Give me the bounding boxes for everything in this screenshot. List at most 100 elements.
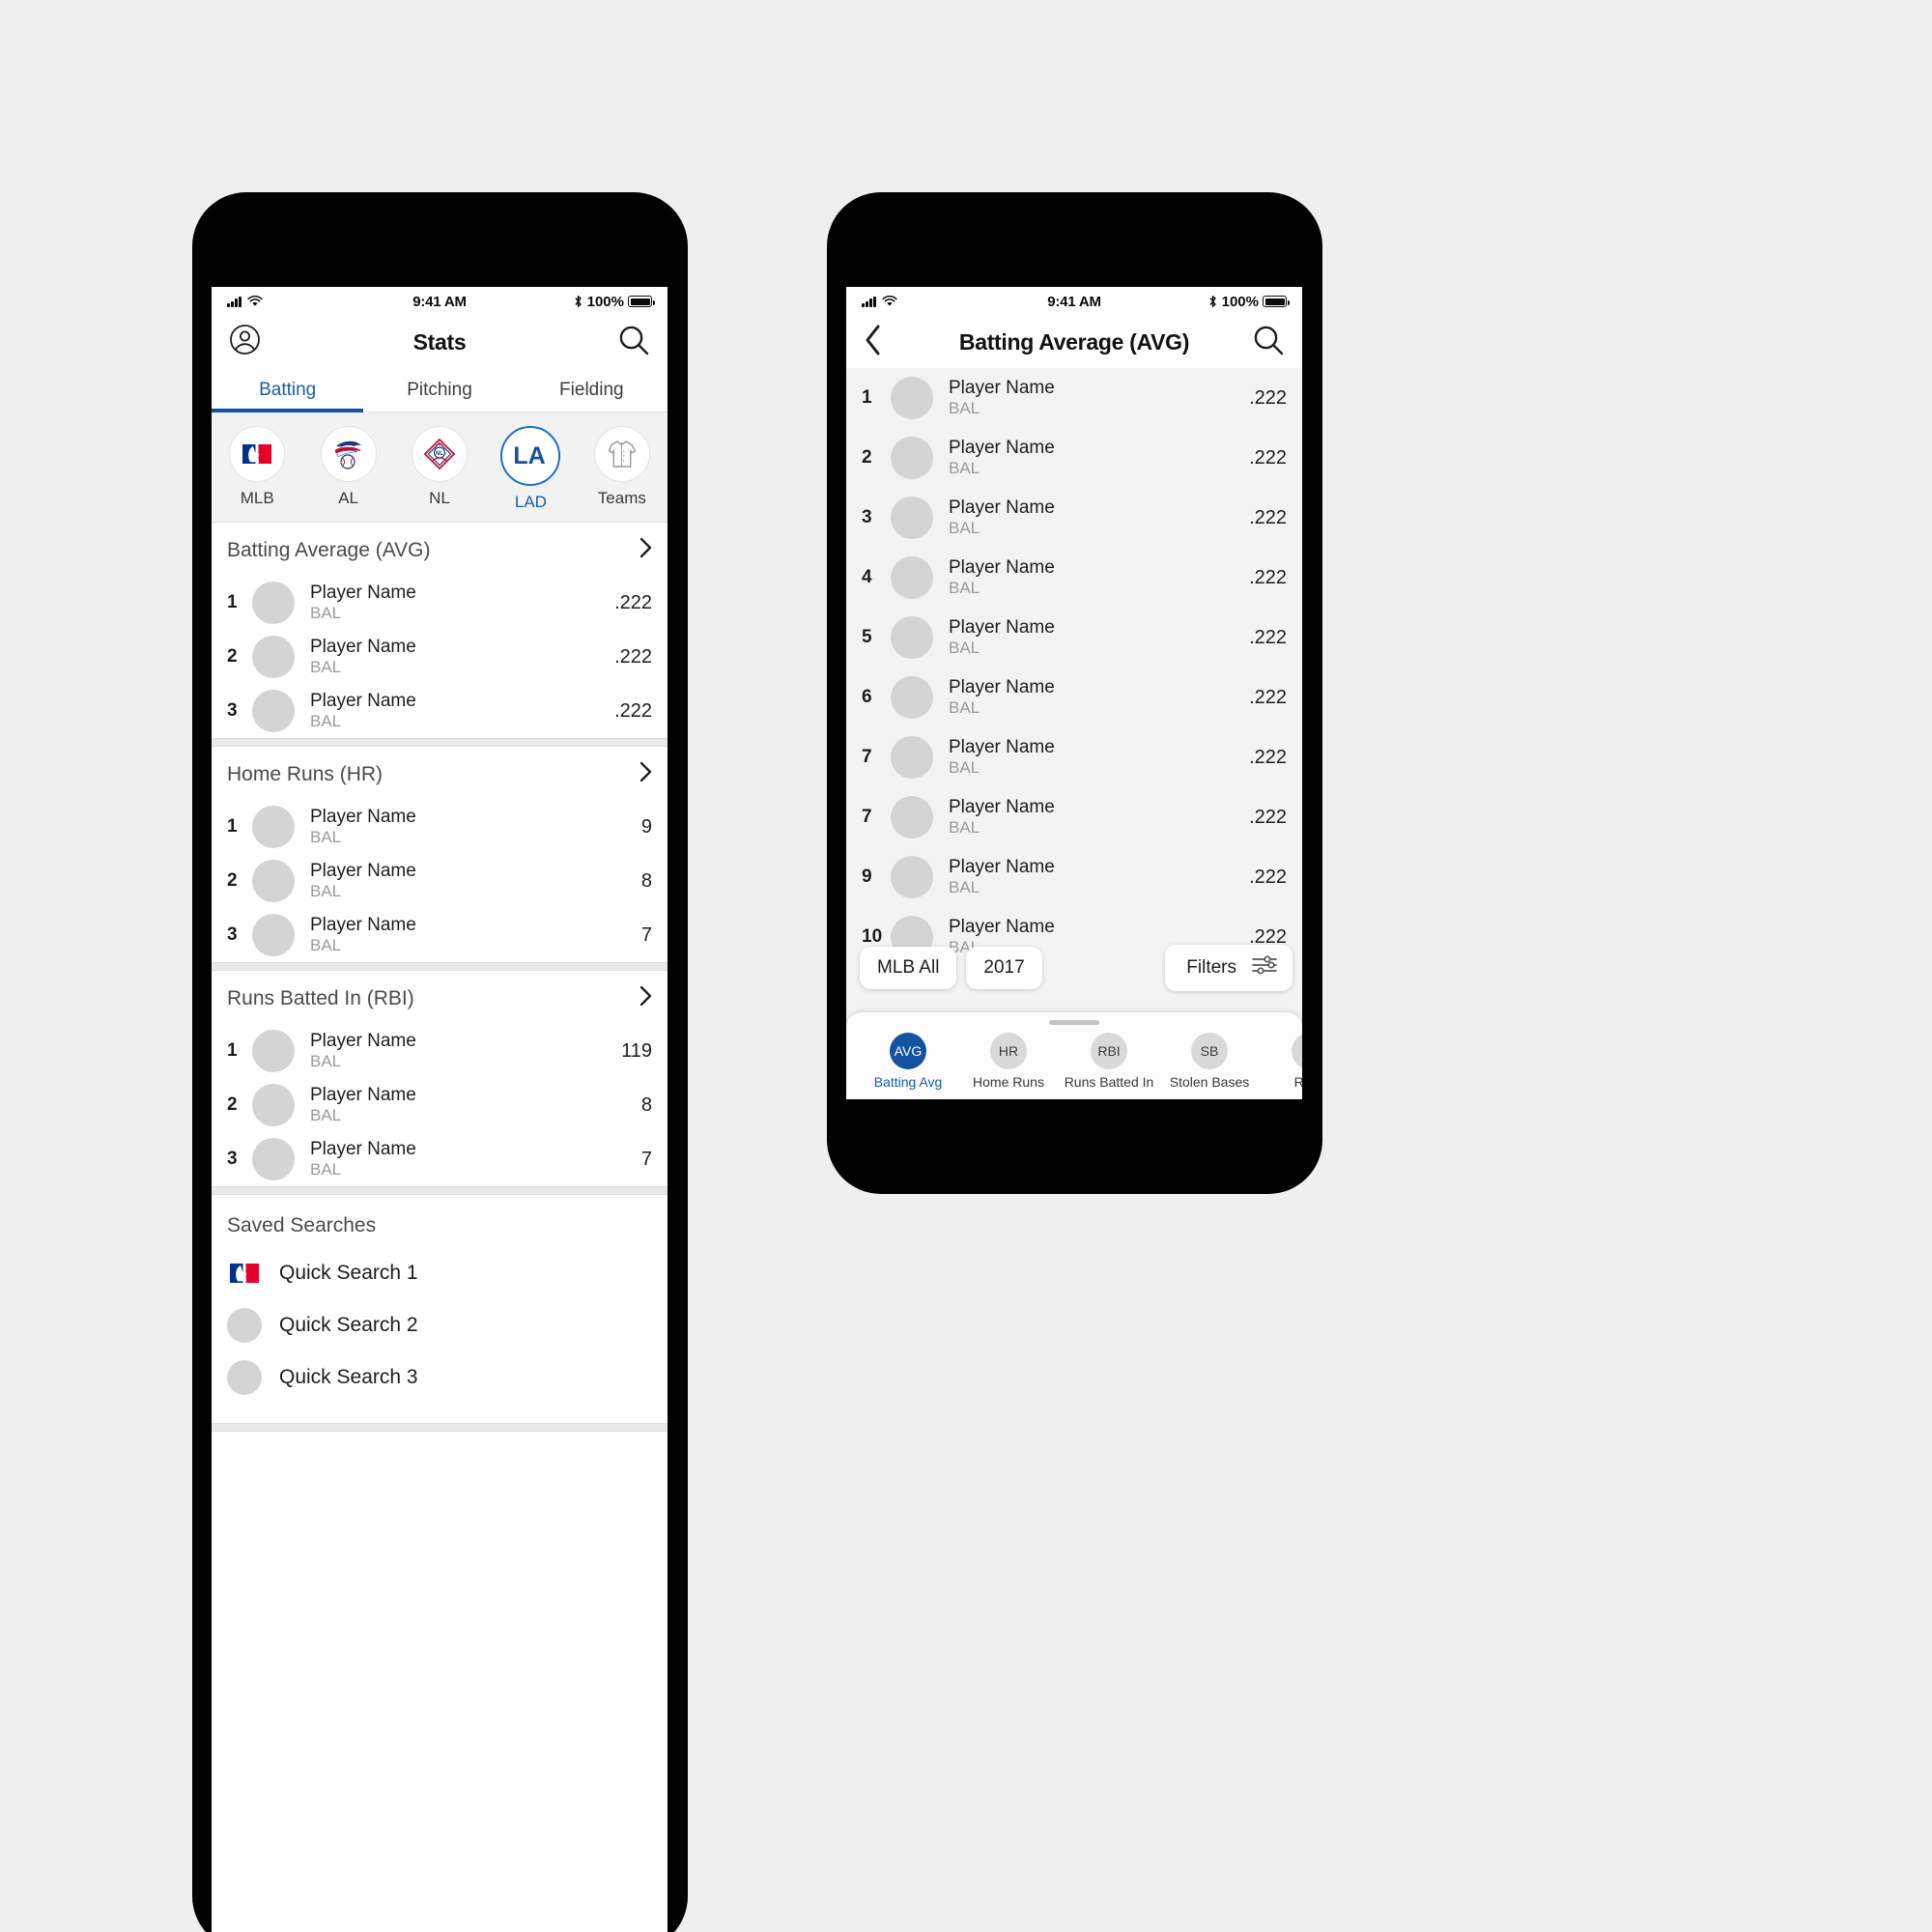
- player-info: Player Name BAL: [310, 1084, 602, 1126]
- chevron-right-icon[interactable]: [639, 761, 652, 787]
- table-row[interactable]: 9 Player Name BAL .222: [846, 847, 1302, 907]
- list-item[interactable]: Quick Search 3: [212, 1351, 668, 1404]
- player-info: Player Name BAL: [949, 497, 1236, 539]
- team-icon-wrap: [229, 426, 286, 482]
- player-info: Player Name BAL: [310, 1138, 602, 1180]
- stat-value: 7: [640, 923, 652, 946]
- svg-text:NL: NL: [436, 451, 443, 457]
- team-filter-teams[interactable]: Teams: [577, 426, 668, 512]
- list-item[interactable]: Quick Search 1: [212, 1247, 668, 1299]
- nav-bar-left: Stats: [212, 316, 668, 368]
- rank-label: 3: [227, 1149, 238, 1169]
- table-row[interactable]: 3 Player Name BAL 7: [212, 1132, 668, 1186]
- battery-percent-label: 100%: [586, 293, 624, 310]
- search-icon[interactable]: [617, 324, 650, 361]
- stat-chip-r[interactable]: R Runs: [1260, 1033, 1302, 1090]
- table-row[interactable]: 1 Player Name BAL .222: [846, 368, 1302, 428]
- stat-chip-rbi[interactable]: RBI Runs Batted In: [1059, 1033, 1159, 1090]
- stat-section-rbi-header[interactable]: Runs Batted In (RBI): [212, 971, 668, 1024]
- player-info: Player Name BAL: [949, 736, 1236, 779]
- avatar: [252, 582, 295, 624]
- stat-chip-row[interactable]: AVG Batting Avg HR Home Runs RBI Runs Ba…: [846, 1033, 1302, 1090]
- team-filter-teams-label: Teams: [597, 489, 646, 507]
- player-name: Player Name: [949, 617, 1055, 639]
- avatar: [891, 736, 933, 779]
- stat-chip-hr[interactable]: HR Home Runs: [958, 1033, 1059, 1090]
- table-row[interactable]: 1 Player Name BAL .222: [212, 576, 668, 630]
- team-filter-nl[interactable]: NL NL: [394, 426, 485, 512]
- rank-label: 5: [862, 627, 872, 647]
- account-circle-icon[interactable]: [229, 324, 261, 360]
- stat-value: .222: [1249, 386, 1287, 409]
- player-name: Player Name: [949, 857, 1055, 878]
- rank-label: 1: [862, 387, 872, 408]
- screenshot-canvas: 9:41 AM 100% Stats Batting Pitching Fiel…: [0, 0, 1932, 1932]
- team-filter-lad[interactable]: LA LAD: [485, 426, 576, 512]
- table-row[interactable]: 2 Player Name BAL 8: [212, 1078, 668, 1132]
- player-name: Player Name: [949, 497, 1055, 519]
- team-icon-wrap: [593, 426, 650, 482]
- stat-chip-rbi-abbr: RBI: [1091, 1033, 1127, 1069]
- stat-chip-sb-abbr: SB: [1191, 1033, 1228, 1069]
- stat-value: 119: [621, 1039, 652, 1062]
- stat-value: 8: [640, 869, 652, 892]
- stat-section-avg-header[interactable]: Batting Average (AVG): [212, 523, 668, 576]
- season-filter-pill[interactable]: 2017: [966, 947, 1042, 989]
- stat-chip-avg-abbr: AVG: [890, 1033, 926, 1069]
- drag-handle-icon[interactable]: [1049, 1020, 1099, 1025]
- avatar: [252, 860, 295, 902]
- leaderboard-list[interactable]: 1 Player Name BAL .222 2 Player Name BAL: [846, 368, 1302, 1099]
- table-row[interactable]: 5 Player Name BAL .222: [846, 608, 1302, 668]
- avatar: [252, 1030, 295, 1072]
- stat-value: .222: [1249, 626, 1287, 648]
- chevron-right-icon[interactable]: [639, 985, 652, 1011]
- table-row[interactable]: 6 Player Name BAL .222: [846, 668, 1302, 727]
- table-row[interactable]: 1 Player Name BAL 119: [212, 1024, 668, 1078]
- stat-chip-hr-label: Home Runs: [973, 1074, 1044, 1090]
- table-row[interactable]: 7 Player Name BAL .222: [846, 787, 1302, 847]
- table-row[interactable]: 7 Player Name BAL .222: [846, 727, 1302, 787]
- floating-filter-bar: MLB All 2017 Filters: [860, 945, 1293, 991]
- back-chevron-icon[interactable]: [864, 324, 883, 361]
- table-row[interactable]: 3 Player Name BAL .222: [212, 684, 668, 738]
- tab-batting[interactable]: Batting: [212, 368, 364, 412]
- bluetooth-icon: [1209, 296, 1216, 307]
- rank-label: 3: [227, 700, 238, 721]
- tab-fielding[interactable]: Fielding: [516, 368, 668, 412]
- table-row[interactable]: 4 Player Name BAL .222: [846, 548, 1302, 608]
- avatar: [252, 1084, 295, 1126]
- table-row[interactable]: 2 Player Name BAL .222: [846, 428, 1302, 488]
- filters-button[interactable]: Filters: [1165, 945, 1293, 991]
- avatar: [891, 377, 933, 419]
- rank-label: 9: [862, 867, 872, 887]
- player-team: BAL: [949, 459, 980, 478]
- table-row[interactable]: 3 Player Name BAL .222: [846, 488, 1302, 548]
- table-row[interactable]: 2 Player Name BAL .222: [212, 630, 668, 684]
- player-info: Player Name BAL: [949, 616, 1236, 659]
- stat-section-hr-header[interactable]: Home Runs (HR): [212, 747, 668, 800]
- table-row[interactable]: 2 Player Name BAL 8: [212, 854, 668, 908]
- table-row[interactable]: 3 Player Name BAL 7: [212, 908, 668, 962]
- list-item[interactable]: Quick Search 2: [212, 1299, 668, 1351]
- rank-label: 1: [227, 592, 238, 612]
- league-filter-pill[interactable]: MLB All: [860, 947, 957, 989]
- stat-chip-sb[interactable]: SB Stolen Bases: [1159, 1033, 1260, 1090]
- search-icon[interactable]: [1252, 324, 1285, 361]
- player-info: Player Name BAL: [310, 806, 602, 848]
- stat-section-avg: Batting Average (AVG) 1 Player Name BAL …: [212, 523, 668, 738]
- team-filter-al[interactable]: AL: [302, 426, 393, 512]
- section-divider: [212, 1423, 668, 1432]
- battery-full-icon: [628, 296, 655, 307]
- stat-value: .222: [1249, 506, 1287, 528]
- stat-value: .222: [1249, 806, 1287, 828]
- status-bar-right: 9:41 AM 100%: [846, 287, 1302, 316]
- stat-chip-rbi-label: Runs Batted In: [1064, 1074, 1154, 1090]
- chevron-right-icon[interactable]: [639, 537, 652, 563]
- table-row[interactable]: 1 Player Name BAL 9: [212, 800, 668, 854]
- stat-chip-avg[interactable]: AVG Batting Avg: [858, 1033, 958, 1090]
- tab-pitching[interactable]: Pitching: [363, 368, 515, 412]
- avatar: [891, 497, 933, 539]
- team-filter-mlb[interactable]: MLB: [212, 426, 302, 512]
- stat-section-avg-title: Batting Average (AVG): [227, 538, 431, 561]
- player-name: Player Name: [310, 637, 416, 658]
